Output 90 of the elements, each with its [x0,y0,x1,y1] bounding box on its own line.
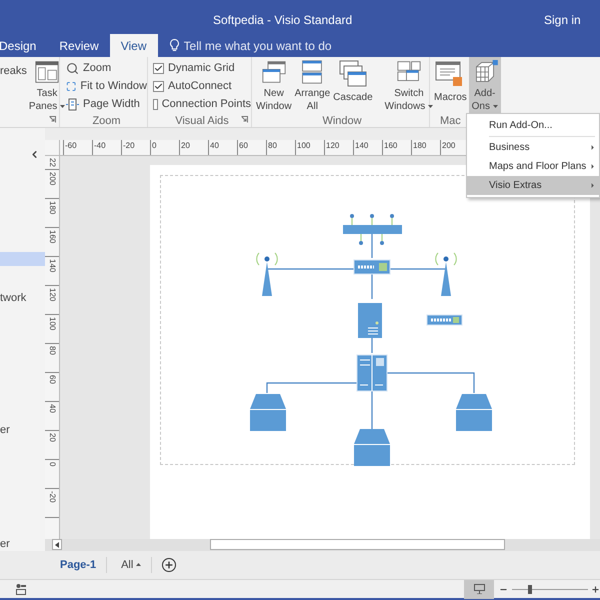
antenna-icon [256,252,278,296]
ribbon-button[interactable]: Zoom [66,59,147,77]
ribbon-tab[interactable]: Design [0,34,48,57]
scroll-left-button[interactable] [52,539,62,550]
ruler-label: 200 [47,172,57,186]
ribbon-button[interactable]: Page Width [66,95,147,113]
storage-box-icon [354,429,390,466]
checkbox-option[interactable]: Connection Points [153,95,251,113]
checkbox[interactable] [153,62,164,74]
switch-icon [426,314,462,326]
server-icon [358,303,382,338]
left-triangle-icon [55,542,59,548]
window-title: Softpedia - Visio Standard [213,12,352,29]
zoom-in-icon[interactable] [591,584,600,594]
lightbulb-icon [170,39,179,52]
ruler-label: 40 [47,404,57,413]
page-width-icon [66,98,79,110]
storage-box-icon [250,394,286,431]
stencil-item[interactable]: twork [0,291,45,305]
window-icon [338,60,368,88]
ruler-label: 160 [47,230,57,244]
checkbox[interactable] [153,98,158,110]
rack-icon [356,354,388,392]
ribbon-tab[interactable]: View [110,34,158,57]
plus-icon [164,560,174,570]
menu-item[interactable]: Maps and Floor Plans [467,157,599,176]
ruler-label: 100 [295,140,324,155]
ruler-label: 180 [47,201,57,214]
group-label: Mac [440,115,461,127]
page-tab[interactable]: Page-1 [60,556,108,574]
ruler-label: 100 [47,317,57,330]
ruler-label: -60 [63,140,92,155]
router-icon [354,260,390,274]
search-icon [66,62,79,74]
ribbon-button[interactable]: Add- Ons [468,57,501,113]
ruler-label: 20 [179,140,208,155]
group-label: Visual Aids [175,115,229,127]
add-page-button[interactable] [162,558,176,572]
ruler-label: 40 [208,140,237,155]
group-label: Zoom [92,115,121,127]
checkbox-option[interactable]: Dynamic Grid [153,59,251,77]
all-pages-button[interactable]: All [111,556,152,574]
ruler-label: 140 [353,140,382,155]
slider-thumb[interactable] [528,584,532,594]
ruler-label: 0 [47,462,57,466]
menu-item[interactable]: Visio Extras [467,176,599,195]
ribbon-button[interactable]: Arrange All [294,57,332,113]
storage-box-icon [456,394,492,431]
ribbon-button[interactable]: Switch Windows [384,57,434,113]
ruler-label: 120 [324,140,353,155]
menu-item[interactable]: Run Add-On... [467,116,599,135]
ruler-label: 80 [266,140,295,155]
checkbox-option[interactable]: AutoConnect [153,77,251,95]
menu-item[interactable]: Business [467,138,599,157]
ribbon-button[interactable]: New Window [255,57,293,113]
ruler-label: 20 [47,433,57,442]
ribbon-tab[interactable]: Review [48,34,110,57]
antenna-icon [435,252,457,296]
ruler-label: -40 [92,140,121,155]
scrollbar-thumb[interactable] [210,539,505,550]
checkbox[interactable] [153,80,164,92]
ribbon-button[interactable]: Fit to Window [66,77,147,95]
presentation-mode-button[interactable] [464,580,494,598]
ruler-label: 22 [47,158,57,167]
ruler-label: 80 [47,346,57,355]
dialog-launcher-icon[interactable] [241,116,248,123]
stencil-item[interactable]: er [0,537,45,551]
ruler-label: -20 [47,491,57,503]
presentation-icon [474,584,484,594]
ribbon-button[interactable]: Task Panes [28,57,66,113]
ruler-label: 0 [150,140,179,155]
page-layout-icon[interactable] [16,584,26,594]
caret-icon [136,563,142,566]
ribbon-label[interactable]: reaks [0,63,27,80]
tell-me-field[interactable]: Tell me what you want to do [184,36,374,54]
zoom-slider[interactable] [512,584,588,594]
ruler-label: 60 [237,140,266,155]
sign-in-link[interactable]: Sign in [544,11,581,29]
ruler-label: -20 [121,140,150,155]
dialog-launcher-icon[interactable] [49,116,56,123]
ribbon-button[interactable]: Cascade [332,57,374,113]
ribbon-button[interactable]: Macros [433,57,468,113]
ruler-label: 60 [47,375,57,384]
group-label: Window [322,115,362,127]
ruler-label: 180 [411,140,440,155]
ruler-label: 140 [47,259,57,272]
stencil-item[interactable]: er [0,423,45,437]
fit-arrows-icon [66,80,76,92]
ruler-label: 120 [47,288,57,302]
ruler-label: 160 [382,140,411,155]
